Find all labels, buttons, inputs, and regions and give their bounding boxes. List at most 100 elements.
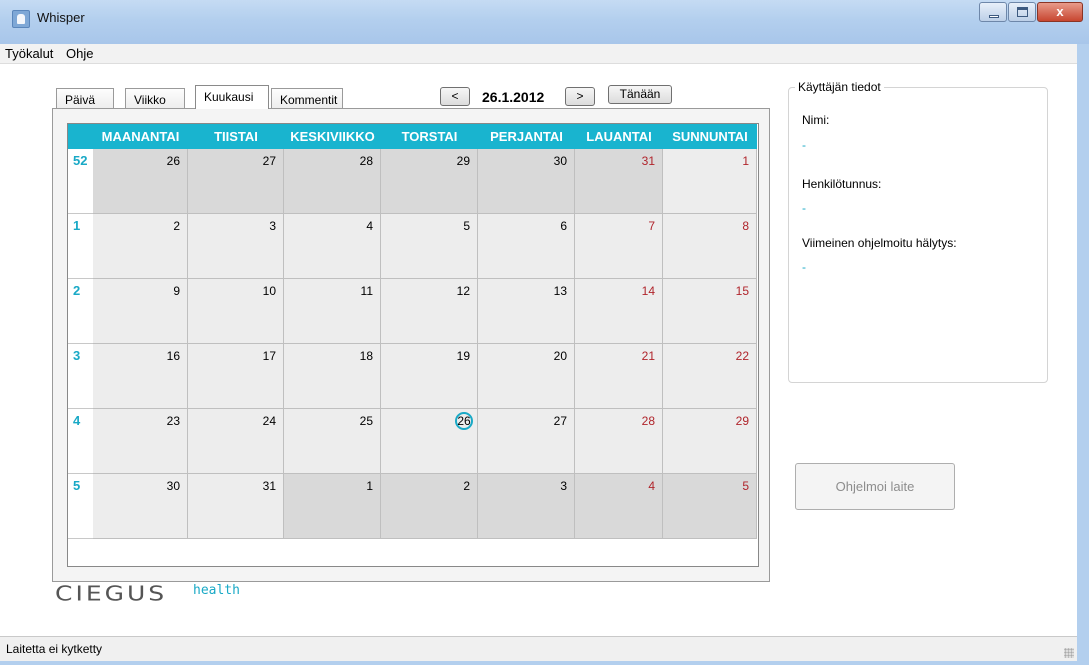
day-cell[interactable]: 26 <box>381 409 478 474</box>
current-date-label: 26.1.2012 <box>482 89 545 105</box>
day-cell[interactable]: 8 <box>663 214 757 279</box>
day-cell[interactable]: 16 <box>93 344 188 409</box>
day-cell[interactable]: 30 <box>478 149 575 214</box>
day-cell[interactable]: 31 <box>188 474 284 539</box>
day-number: 27 <box>553 414 567 428</box>
day-cell[interactable]: 30 <box>93 474 188 539</box>
day-cell[interactable]: 15 <box>663 279 757 344</box>
day-cell[interactable]: 21 <box>575 344 663 409</box>
week-number: 5 <box>68 474 93 539</box>
calendar-header-corner <box>68 124 93 149</box>
weekday-header: PERJANTAI <box>478 124 575 149</box>
day-number: 15 <box>735 284 749 298</box>
tab-comments[interactable]: Kommentit <box>271 88 343 110</box>
resize-grip-icon[interactable] <box>1064 648 1074 658</box>
day-cell[interactable]: 3 <box>478 474 575 539</box>
day-cell[interactable]: 22 <box>663 344 757 409</box>
day-cell[interactable]: 11 <box>284 279 381 344</box>
day-cell[interactable]: 27 <box>478 409 575 474</box>
tab-day[interactable]: Päivä <box>56 88 114 110</box>
day-number: 30 <box>553 154 567 168</box>
day-cell[interactable]: 3 <box>188 214 284 279</box>
day-number: 2 <box>463 479 470 493</box>
whisper-app-icon <box>12 10 30 28</box>
day-cell[interactable]: 23 <box>93 409 188 474</box>
day-cell[interactable]: 29 <box>381 149 478 214</box>
maximize-button[interactable] <box>1008 2 1036 22</box>
close-button[interactable]: x <box>1037 2 1083 22</box>
week-number: 1 <box>68 214 93 279</box>
previous-month-button[interactable]: < <box>440 87 470 106</box>
day-cell[interactable]: 14 <box>575 279 663 344</box>
day-number: 2 <box>173 219 180 233</box>
name-value: - <box>802 138 806 152</box>
day-number: 28 <box>359 154 373 168</box>
day-number: 4 <box>366 219 373 233</box>
day-cell[interactable]: 18 <box>284 344 381 409</box>
today-button[interactable]: Tänään <box>608 85 672 104</box>
week-number: 4 <box>68 409 93 474</box>
logo-health-text: health <box>193 583 240 598</box>
day-number: 6 <box>560 219 567 233</box>
day-number: 5 <box>463 219 470 233</box>
month-calendar: MAANANTAI TIISTAI KESKIVIIKKO TORSTAI PERJAN… <box>67 123 759 567</box>
day-cell[interactable]: 7 <box>575 214 663 279</box>
minimize-button[interactable] <box>979 2 1007 22</box>
weekday-header: SUNNUNTAI <box>663 124 757 149</box>
day-cell[interactable]: 25 <box>284 409 381 474</box>
day-number: 16 <box>166 349 180 363</box>
next-month-button[interactable]: > <box>565 87 595 106</box>
day-number: 31 <box>262 479 276 493</box>
menu-help[interactable]: Ohje <box>64 46 95 61</box>
day-cell[interactable]: 4 <box>284 214 381 279</box>
day-number: 19 <box>456 349 470 363</box>
day-cell[interactable]: 24 <box>188 409 284 474</box>
day-cell[interactable]: 6 <box>478 214 575 279</box>
day-cell[interactable]: 13 <box>478 279 575 344</box>
window-title: Whisper <box>37 10 85 25</box>
day-cell[interactable]: 2 <box>93 214 188 279</box>
day-cell[interactable]: 27 <box>188 149 284 214</box>
weekday-header: KESKIVIIKKO <box>284 124 381 149</box>
day-cell[interactable]: 28 <box>284 149 381 214</box>
id-value: - <box>802 201 806 215</box>
program-device-button[interactable]: Ohjelmoi laite <box>795 463 955 510</box>
weekday-header: TIISTAI <box>188 124 284 149</box>
day-cell[interactable]: 9 <box>93 279 188 344</box>
day-number: 1 <box>742 154 749 168</box>
status-bar: Laitetta ei kytketty <box>0 636 1077 661</box>
day-cell[interactable]: 29 <box>663 409 757 474</box>
window-frame-right <box>1077 44 1089 665</box>
day-cell[interactable]: 28 <box>575 409 663 474</box>
day-cell[interactable]: 17 <box>188 344 284 409</box>
weekday-header: MAANANTAI <box>93 124 188 149</box>
day-cell[interactable]: 19 <box>381 344 478 409</box>
day-cell[interactable]: 20 <box>478 344 575 409</box>
window-frame-bottom <box>0 661 1089 665</box>
day-number: 25 <box>359 414 373 428</box>
day-number: 9 <box>173 284 180 298</box>
day-cell[interactable]: 4 <box>575 474 663 539</box>
day-number: 7 <box>648 219 655 233</box>
day-cell[interactable]: 1 <box>663 149 757 214</box>
day-number: 11 <box>360 284 373 298</box>
last-alarm-label: Viimeinen ohjelmoitu hälytys: <box>802 236 957 250</box>
tab-month[interactable]: Kuukausi <box>195 85 269 109</box>
day-cell[interactable]: 2 <box>381 474 478 539</box>
day-cell[interactable]: 5 <box>381 214 478 279</box>
day-cell[interactable]: 26 <box>93 149 188 214</box>
day-number: 31 <box>641 154 655 168</box>
minimize-icon <box>989 15 999 18</box>
tab-week[interactable]: Viikko <box>125 88 185 110</box>
day-cell[interactable]: 12 <box>381 279 478 344</box>
day-cell[interactable]: 5 <box>663 474 757 539</box>
weekday-header: TORSTAI <box>381 124 478 149</box>
day-cell[interactable]: 10 <box>188 279 284 344</box>
day-number: 23 <box>166 414 180 428</box>
weekday-header: LAUANTAI <box>575 124 663 149</box>
day-number: 18 <box>359 349 373 363</box>
day-cell[interactable]: 31 <box>575 149 663 214</box>
menu-tools[interactable]: Työkalut <box>3 46 55 61</box>
day-number: 8 <box>742 219 749 233</box>
day-cell[interactable]: 1 <box>284 474 381 539</box>
